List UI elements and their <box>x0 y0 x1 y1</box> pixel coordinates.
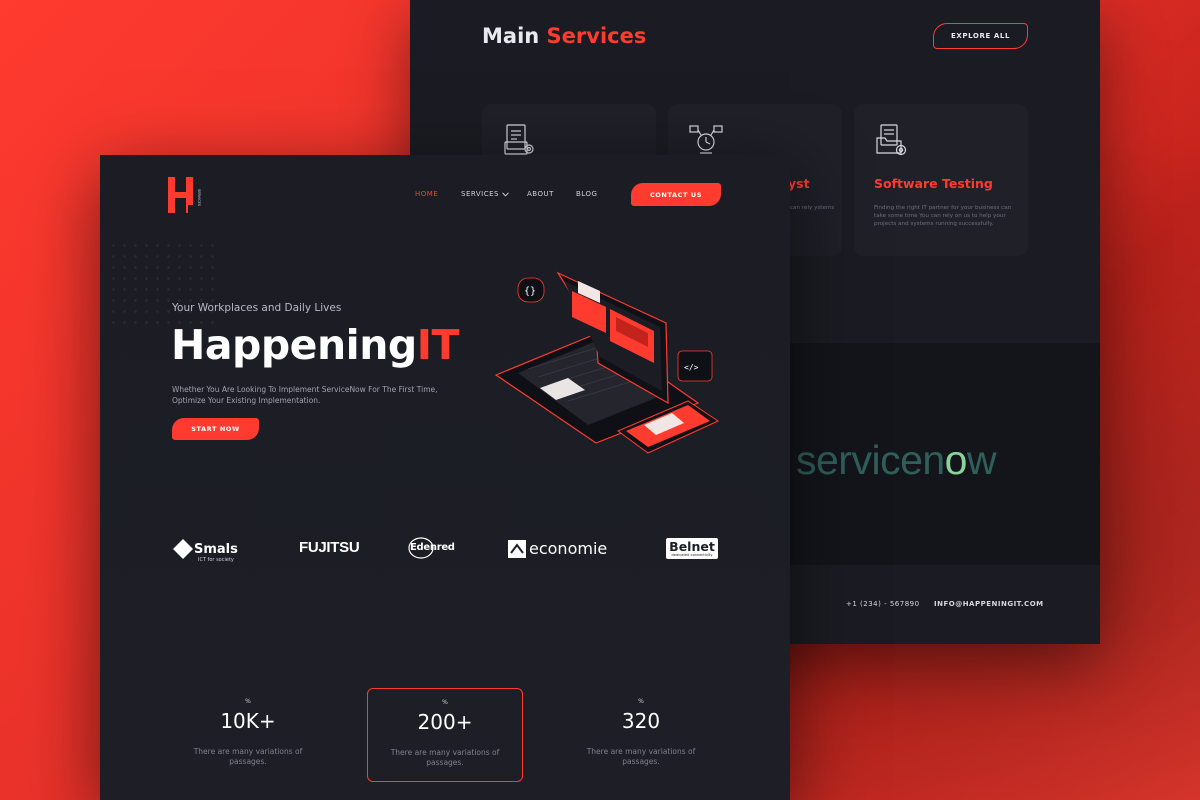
stat-card: % 320 There are many variations of passa… <box>563 688 719 782</box>
stat-card: % 10K+ There are many variations of pass… <box>170 688 326 782</box>
home-page-preview: SERVICES HOME SERVICES ABOUT BLOG CONTAC… <box>100 155 790 800</box>
footer-email[interactable]: INFO@HAPPENINGIT.COM <box>934 600 1044 608</box>
smals-logo: Smals ICT for society <box>172 538 238 563</box>
partner-logos: Smals ICT for society FUJITSU Edenred ec… <box>100 535 790 575</box>
service-card-software-testing[interactable]: Software Testing Finding the right IT pa… <box>854 104 1028 256</box>
servicenow-logo: servicenow <box>796 437 997 483</box>
contact-us-button[interactable]: CONTACT US <box>631 183 721 206</box>
network-clock-icon <box>689 125 723 154</box>
diamond-icon <box>173 539 193 559</box>
nav-blog[interactable]: BLOG <box>576 190 597 198</box>
hero-title: HappeningIT <box>171 321 460 369</box>
start-now-button[interactable]: START NOW <box>172 418 259 440</box>
laptop-illustration-icon: {} </> <box>494 271 720 454</box>
fujitsu-logo: FUJITSU <box>299 539 360 556</box>
dot-pattern <box>108 240 218 330</box>
document-settings-icon <box>504 124 534 155</box>
service-title: Software Testing <box>874 176 993 191</box>
hero-subtitle: Your Workplaces and Daily Lives <box>172 302 342 314</box>
service-title: yst <box>788 176 810 191</box>
edenred-logo: Edenred <box>408 537 455 559</box>
economie-logo: economie <box>508 539 607 558</box>
stat-value: 200+ <box>417 710 473 734</box>
stat-value: 10K+ <box>220 709 276 733</box>
nav-services[interactable]: SERVICES <box>461 190 509 198</box>
stat-card-highlighted: % 200+ There are many variations of pass… <box>367 688 523 782</box>
svg-text:{}: {} <box>524 286 536 297</box>
chevron-down-icon <box>502 191 509 197</box>
economie-mark-icon <box>508 539 526 558</box>
services-heading: Main Services <box>482 24 647 48</box>
service-description: Finding the right IT partner for your bu… <box>874 205 1012 227</box>
hero-description: Whether You Are Looking To Implement Ser… <box>172 385 438 405</box>
svg-text:</>: </> <box>684 363 699 372</box>
service-description: can rely ystems <box>790 205 835 211</box>
belnet-logo: Belnet dedicated connectivity <box>666 538 718 559</box>
stat-value: 320 <box>621 709 661 733</box>
stat-description: There are many variations of passages. <box>390 748 500 767</box>
stat-description: There are many variations of passages. <box>193 747 303 766</box>
document-settings-icon <box>876 124 907 156</box>
explore-all-button[interactable]: EXPLORE ALL <box>933 23 1028 49</box>
footer-phone[interactable]: +1 (234) - 567890 <box>846 600 920 608</box>
nav-about[interactable]: ABOUT <box>527 190 554 198</box>
nav-home[interactable]: HOME <box>415 190 438 198</box>
stat-description: There are many variations of passages. <box>586 747 696 766</box>
